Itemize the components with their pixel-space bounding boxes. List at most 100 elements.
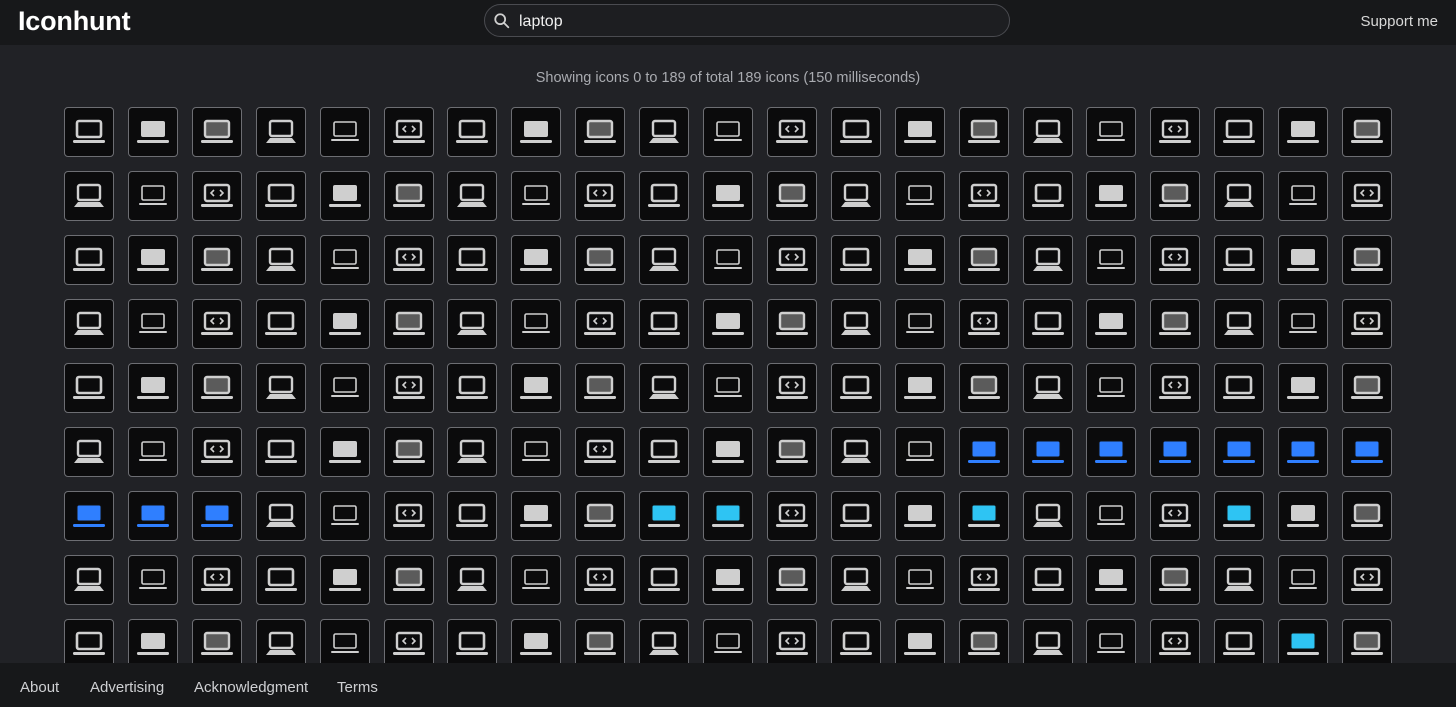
- icon-tile[interactable]: [256, 619, 306, 663]
- icon-tile[interactable]: [256, 555, 306, 605]
- icon-tile[interactable]: [575, 299, 625, 349]
- icon-tile[interactable]: [384, 555, 434, 605]
- icon-tile[interactable]: [192, 427, 242, 477]
- icon-tile[interactable]: [639, 171, 689, 221]
- icon-tile[interactable]: [767, 427, 817, 477]
- icon-tile[interactable]: [447, 235, 497, 285]
- icon-tile[interactable]: [1023, 235, 1073, 285]
- icon-tile[interactable]: [703, 427, 753, 477]
- icon-tile[interactable]: [575, 171, 625, 221]
- icon-tile[interactable]: [128, 107, 178, 157]
- icon-tile[interactable]: [320, 299, 370, 349]
- icon-tile[interactable]: [128, 235, 178, 285]
- icon-tile[interactable]: [1150, 363, 1200, 413]
- icon-tile[interactable]: [959, 363, 1009, 413]
- icon-tile[interactable]: [831, 171, 881, 221]
- icon-tile[interactable]: [703, 555, 753, 605]
- icon-tile[interactable]: [128, 363, 178, 413]
- icon-tile[interactable]: [959, 427, 1009, 477]
- icon-tile[interactable]: [1214, 427, 1264, 477]
- icon-tile[interactable]: [1150, 299, 1200, 349]
- icon-tile[interactable]: [384, 363, 434, 413]
- icon-tile[interactable]: [1086, 299, 1136, 349]
- icon-tile[interactable]: [1086, 427, 1136, 477]
- icon-tile[interactable]: [575, 555, 625, 605]
- icon-tile[interactable]: [703, 491, 753, 541]
- icon-tile[interactable]: [895, 235, 945, 285]
- icon-tile[interactable]: [639, 427, 689, 477]
- icon-tile[interactable]: [192, 299, 242, 349]
- icon-tile[interactable]: [959, 107, 1009, 157]
- icon-tile[interactable]: [1342, 555, 1392, 605]
- search-input[interactable]: [517, 8, 991, 35]
- icon-tile[interactable]: [1023, 363, 1073, 413]
- icon-tile[interactable]: [64, 235, 114, 285]
- icon-tile[interactable]: [1278, 299, 1328, 349]
- icon-tile[interactable]: [575, 363, 625, 413]
- icon-tile[interactable]: [1342, 363, 1392, 413]
- icon-tile[interactable]: [511, 619, 561, 663]
- icon-tile[interactable]: [831, 619, 881, 663]
- icon-tile[interactable]: [767, 235, 817, 285]
- icon-tile[interactable]: [831, 107, 881, 157]
- icon-tile[interactable]: [511, 107, 561, 157]
- icon-tile[interactable]: [1278, 171, 1328, 221]
- icon-tile[interactable]: [447, 619, 497, 663]
- icon-tile[interactable]: [64, 427, 114, 477]
- icon-tile[interactable]: [1086, 363, 1136, 413]
- icon-tile[interactable]: [959, 235, 1009, 285]
- icon-tile[interactable]: [703, 107, 753, 157]
- icon-tile[interactable]: [447, 555, 497, 605]
- icon-tile[interactable]: [447, 107, 497, 157]
- icon-tile[interactable]: [1278, 491, 1328, 541]
- icon-tile[interactable]: [895, 363, 945, 413]
- icon-tile[interactable]: [1278, 555, 1328, 605]
- icon-tile[interactable]: [959, 171, 1009, 221]
- icon-tile[interactable]: [320, 619, 370, 663]
- icon-tile[interactable]: [959, 491, 1009, 541]
- icon-tile[interactable]: [256, 171, 306, 221]
- icon-tile[interactable]: [575, 107, 625, 157]
- icon-tile[interactable]: [1214, 299, 1264, 349]
- icon-tile[interactable]: [1150, 555, 1200, 605]
- icon-tile[interactable]: [384, 491, 434, 541]
- icon-tile[interactable]: [895, 555, 945, 605]
- icon-tile[interactable]: [575, 235, 625, 285]
- icon-tile[interactable]: [1086, 491, 1136, 541]
- icon-tile[interactable]: [128, 299, 178, 349]
- icon-tile[interactable]: [384, 235, 434, 285]
- icon-tile[interactable]: [64, 171, 114, 221]
- icon-tile[interactable]: [1214, 555, 1264, 605]
- icon-tile[interactable]: [1214, 491, 1264, 541]
- icon-tile[interactable]: [511, 299, 561, 349]
- icon-tile[interactable]: [64, 491, 114, 541]
- icon-tile[interactable]: [639, 491, 689, 541]
- icon-tile[interactable]: [384, 299, 434, 349]
- icon-tile[interactable]: [1150, 107, 1200, 157]
- icon-tile[interactable]: [64, 555, 114, 605]
- icon-tile[interactable]: [64, 107, 114, 157]
- icon-tile[interactable]: [1086, 171, 1136, 221]
- icon-tile[interactable]: [1150, 171, 1200, 221]
- icon-tile[interactable]: [128, 427, 178, 477]
- icon-tile[interactable]: [1023, 491, 1073, 541]
- icon-tile[interactable]: [1086, 619, 1136, 663]
- icon-tile[interactable]: [384, 171, 434, 221]
- icon-tile[interactable]: [831, 491, 881, 541]
- icon-tile[interactable]: [447, 491, 497, 541]
- icon-tile[interactable]: [320, 363, 370, 413]
- icon-tile[interactable]: [1086, 107, 1136, 157]
- icon-tile[interactable]: [320, 555, 370, 605]
- icon-tile[interactable]: [895, 427, 945, 477]
- icon-tile[interactable]: [447, 363, 497, 413]
- icon-tile[interactable]: [895, 619, 945, 663]
- icon-tile[interactable]: [639, 107, 689, 157]
- icon-tile[interactable]: [1150, 619, 1200, 663]
- icon-tile[interactable]: [256, 299, 306, 349]
- icon-tile[interactable]: [1342, 235, 1392, 285]
- icon-tile[interactable]: [320, 491, 370, 541]
- icon-tile[interactable]: [703, 363, 753, 413]
- icon-tile[interactable]: [1214, 171, 1264, 221]
- icon-tile[interactable]: [128, 619, 178, 663]
- icon-tile[interactable]: [895, 299, 945, 349]
